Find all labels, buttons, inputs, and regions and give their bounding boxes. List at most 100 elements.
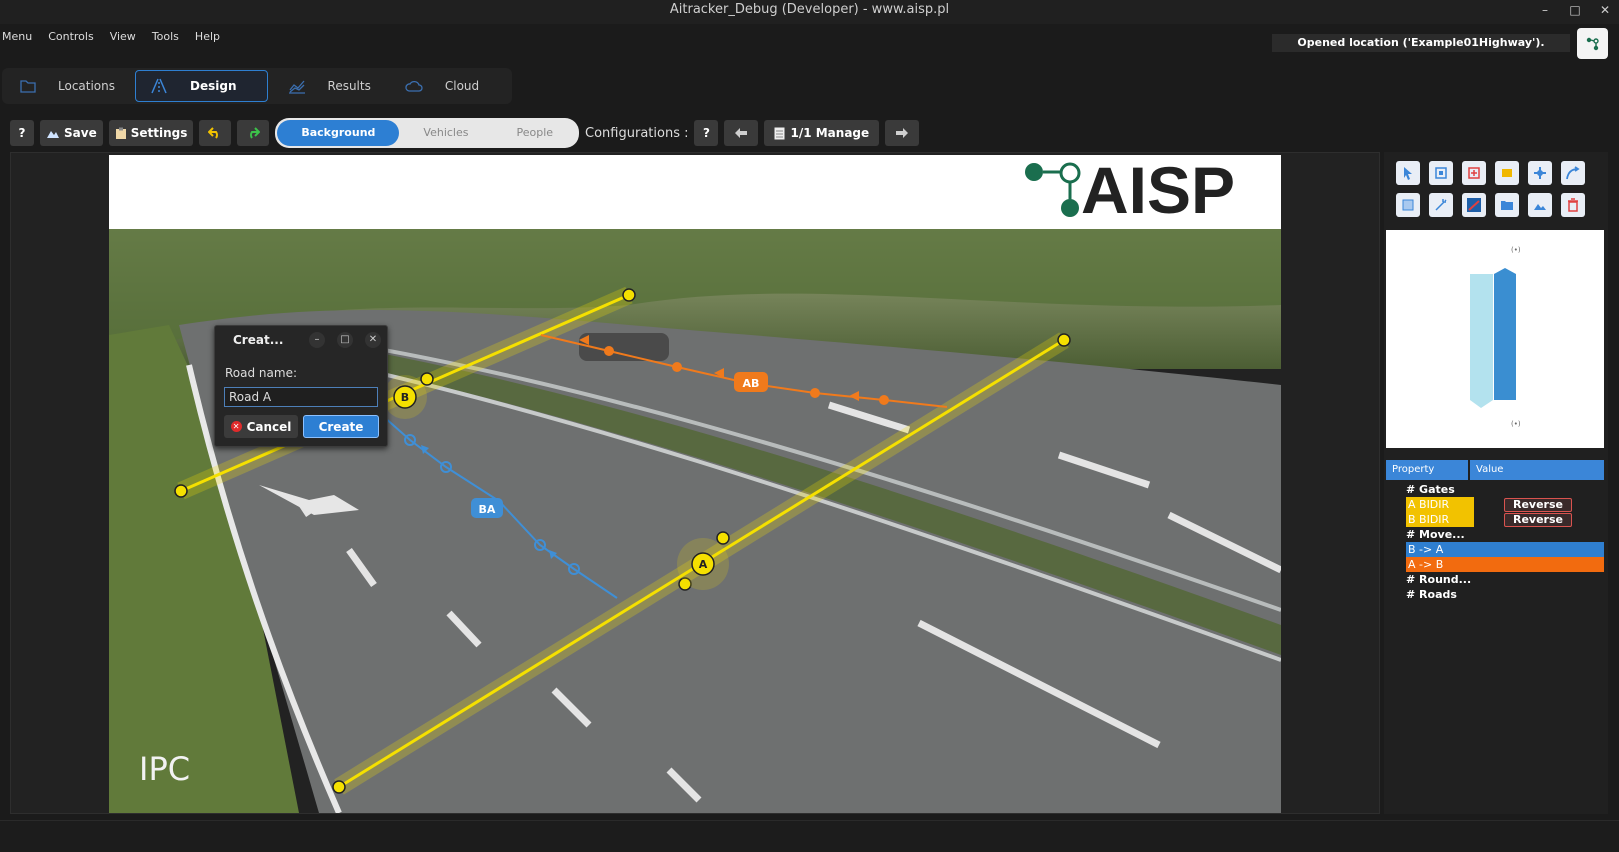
select-tool-button[interactable] bbox=[1396, 161, 1420, 185]
folder-icon bbox=[20, 80, 36, 93]
tab-design-label: Design bbox=[190, 79, 237, 93]
create-button[interactable]: Create bbox=[303, 415, 379, 438]
minimize-button[interactable]: – bbox=[1537, 2, 1553, 18]
gate-icon bbox=[1435, 167, 1447, 179]
bottom-status-bar bbox=[0, 820, 1619, 852]
redo-button[interactable] bbox=[237, 120, 270, 146]
mode-vehicles[interactable]: Vehicles bbox=[399, 120, 492, 146]
image-icon bbox=[1534, 204, 1546, 210]
mode-segmented-control: Background Vehicles People bbox=[275, 118, 580, 148]
line-tool-button[interactable] bbox=[1462, 193, 1486, 217]
menu-item-tools[interactable]: Tools bbox=[150, 26, 189, 48]
roads-section[interactable]: # Roads bbox=[1406, 587, 1604, 602]
create-road-dialog: Creat... – □ ✕ Road name: ✕ Cancel Creat… bbox=[214, 325, 388, 447]
gate-b-name: B BIDIR bbox=[1406, 512, 1474, 527]
path-tool-button[interactable] bbox=[1561, 161, 1585, 185]
undo-button[interactable] bbox=[199, 120, 232, 146]
cancel-button[interactable]: ✕ Cancel bbox=[224, 415, 298, 438]
gate-a-handle-start[interactable] bbox=[332, 780, 346, 794]
zone-tool-button[interactable] bbox=[1495, 161, 1519, 185]
gate-b-handle-end[interactable] bbox=[622, 288, 636, 302]
network-icon bbox=[1586, 37, 1599, 50]
move-icon bbox=[1534, 167, 1546, 179]
gate-b-handle-start[interactable] bbox=[174, 484, 188, 498]
network-button[interactable] bbox=[1577, 28, 1608, 59]
move-row-b-a[interactable]: B -> A bbox=[1406, 542, 1604, 557]
manage-configs-button[interactable]: 1/1 Manage bbox=[764, 120, 880, 146]
move-tool-button[interactable] bbox=[1528, 161, 1552, 185]
prev-config-button[interactable] bbox=[724, 120, 759, 146]
window-title: Aitracker_Debug (Developer) - www.aisp.p… bbox=[669, 2, 950, 17]
move-row-a-b[interactable]: A -> B bbox=[1406, 557, 1604, 572]
frame-icon bbox=[1402, 199, 1414, 211]
magic-tool-button[interactable] bbox=[1429, 193, 1453, 217]
settings-button[interactable]: Settings bbox=[108, 120, 194, 146]
gate-row[interactable]: B BIDIR Reverse bbox=[1406, 512, 1604, 527]
movement-ba-label: BA bbox=[479, 503, 496, 516]
menu-bar: Menu Controls View Tools Help bbox=[0, 26, 234, 48]
dialog-maximize-button[interactable]: □ bbox=[337, 332, 353, 348]
menu-item-view[interactable]: View bbox=[108, 26, 146, 48]
design-icon bbox=[151, 78, 167, 94]
status-message: Opened location ('Example01Highway'). bbox=[1272, 34, 1570, 52]
road-name-input[interactable] bbox=[224, 387, 378, 407]
line-icon bbox=[1467, 198, 1481, 212]
svg-text:(•): (•) bbox=[1511, 420, 1521, 428]
folder-tool-button[interactable] bbox=[1495, 193, 1519, 217]
help-button[interactable]: ? bbox=[10, 120, 34, 146]
menu-item-help[interactable]: Help bbox=[193, 26, 230, 48]
gate-b-label: B bbox=[401, 391, 409, 404]
mode-background[interactable]: Background bbox=[277, 120, 400, 146]
document-icon bbox=[774, 127, 785, 139]
move-a-b-label: A -> B bbox=[1408, 558, 1444, 571]
wand-icon bbox=[1435, 199, 1447, 211]
settings-label: Settings bbox=[130, 126, 188, 140]
tab-results[interactable]: Results bbox=[274, 70, 385, 102]
frame-tool-button[interactable] bbox=[1396, 193, 1420, 217]
dialog-close-button[interactable]: ✕ bbox=[365, 332, 381, 348]
save-button[interactable]: Save bbox=[40, 120, 103, 146]
cursor-icon bbox=[1404, 167, 1412, 180]
gate-row[interactable]: A BIDIR Reverse bbox=[1406, 497, 1604, 512]
dialog-minimize-button[interactable]: – bbox=[309, 332, 325, 348]
next-config-button[interactable] bbox=[885, 120, 920, 146]
gate-a-handle-end[interactable] bbox=[1057, 333, 1071, 347]
scene-svg: IPC AISP AB BA B A bbox=[109, 155, 1281, 813]
gate-b-direction-handle[interactable] bbox=[420, 372, 434, 386]
menu-item-menu[interactable]: Menu bbox=[0, 26, 42, 48]
maximize-button[interactable]: □ bbox=[1567, 2, 1583, 18]
image-tool-button[interactable] bbox=[1528, 193, 1552, 217]
configurations-label: Configurations : bbox=[585, 125, 689, 141]
moves-section[interactable]: # Move... bbox=[1406, 527, 1604, 542]
reverse-gate-b-button[interactable]: Reverse bbox=[1504, 513, 1572, 527]
configurations-help-button[interactable]: ? bbox=[694, 120, 719, 146]
redo-icon bbox=[250, 127, 261, 139]
arrow-right-icon bbox=[896, 128, 909, 138]
gate-a-direction-handle[interactable] bbox=[716, 531, 730, 545]
tab-design[interactable]: Design bbox=[135, 70, 268, 102]
design-canvas[interactable]: IPC AISP AB BA B A bbox=[109, 155, 1281, 813]
gate-preview: (•) (•) bbox=[1386, 230, 1604, 448]
tab-cloud[interactable]: Cloud bbox=[391, 70, 493, 102]
tab-locations-label: Locations bbox=[58, 79, 116, 93]
svg-text:(•): (•) bbox=[1511, 246, 1521, 254]
chart-icon bbox=[288, 80, 305, 94]
gate-tool-button[interactable] bbox=[1429, 161, 1453, 185]
gate-a-name: A BIDIR bbox=[1406, 497, 1474, 512]
cancel-icon: ✕ bbox=[230, 421, 242, 432]
property-table-header: Property Value bbox=[1386, 460, 1604, 480]
window-titlebar: Aitracker_Debug (Developer) - www.aisp.p… bbox=[0, 0, 1619, 24]
dialog-title: Creat... bbox=[233, 333, 284, 347]
add-gate-button[interactable] bbox=[1462, 161, 1486, 185]
delete-tool-button[interactable] bbox=[1561, 193, 1585, 217]
reverse-gate-a-button[interactable]: Reverse bbox=[1504, 498, 1572, 512]
mode-people[interactable]: People bbox=[492, 120, 577, 146]
roundabouts-section[interactable]: # Round... bbox=[1406, 572, 1604, 587]
tab-results-label: Results bbox=[327, 79, 371, 93]
close-window-button[interactable]: ✕ bbox=[1597, 2, 1613, 18]
gates-section[interactable]: # Gates bbox=[1406, 482, 1604, 497]
menu-item-controls[interactable]: Controls bbox=[46, 26, 104, 48]
add-icon bbox=[1468, 167, 1480, 179]
tab-locations[interactable]: Locations bbox=[6, 70, 129, 102]
design-toolbar: ? Save Settings Background Vehicles Peop… bbox=[10, 118, 925, 148]
